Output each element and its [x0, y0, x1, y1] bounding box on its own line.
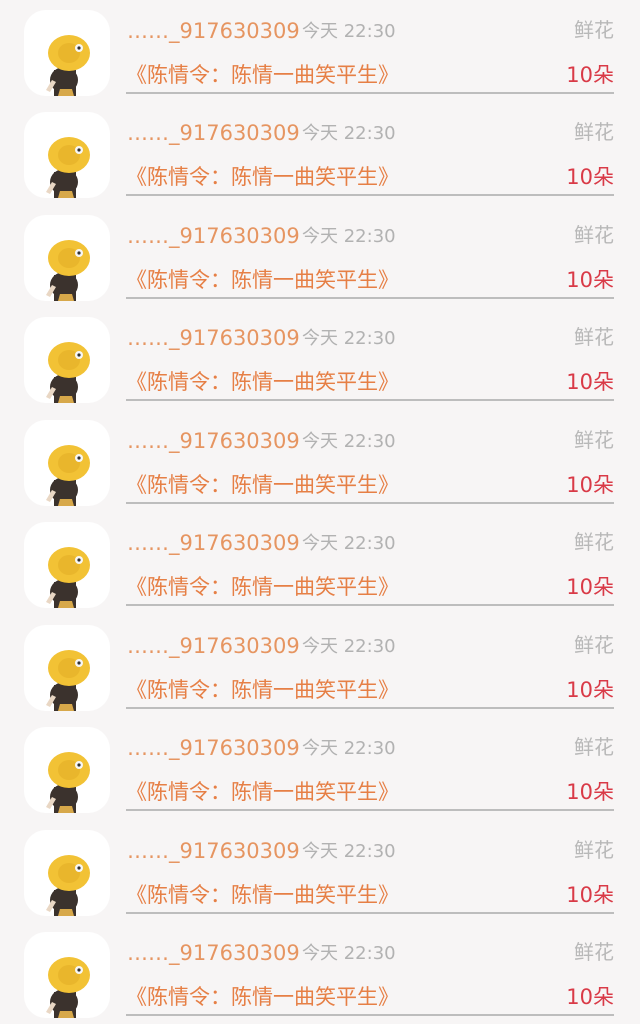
timestamp: 今天 22:30 — [302, 431, 396, 452]
timestamp: 今天 22:30 — [302, 123, 396, 144]
avatar[interactable] — [24, 522, 110, 608]
work-title-link[interactable]: 《陈情令：陈情一曲笑平生》 — [126, 266, 399, 294]
username[interactable]: ……_917630309 — [127, 325, 300, 351]
gift-amount: 10朵 — [566, 575, 614, 599]
gift-amount: 10朵 — [566, 63, 614, 87]
username[interactable]: ……_917630309 — [127, 530, 300, 556]
gift-type-label: 鲜花 — [574, 325, 614, 349]
gift-type-label: 鲜花 — [574, 735, 614, 759]
gift-amount: 10朵 — [566, 780, 614, 804]
row-divider — [126, 912, 614, 914]
gift-amount: 10朵 — [566, 678, 614, 702]
timestamp: 今天 22:30 — [302, 636, 396, 657]
username[interactable]: ……_917630309 — [127, 223, 300, 249]
list-item[interactable]: ……_917630309 今天 22:30 鲜花 《陈情令：陈情一曲笑平生》 1… — [0, 410, 640, 512]
timestamp: 今天 22:30 — [302, 533, 396, 554]
gift-amount: 10朵 — [566, 985, 614, 1009]
gift-type-label: 鲜花 — [574, 838, 614, 862]
username[interactable]: ……_917630309 — [127, 838, 300, 864]
work-title-link[interactable]: 《陈情令：陈情一曲笑平生》 — [126, 61, 399, 89]
row-divider — [126, 1014, 614, 1016]
list-item[interactable]: ……_917630309 今天 22:30 鲜花 《陈情令：陈情一曲笑平生》 1… — [0, 717, 640, 819]
timestamp: 今天 22:30 — [302, 943, 396, 964]
row-divider — [126, 92, 614, 94]
work-title-link[interactable]: 《陈情令：陈情一曲笑平生》 — [126, 471, 399, 499]
row-divider — [126, 399, 614, 401]
gift-type-label: 鲜花 — [574, 223, 614, 247]
timestamp: 今天 22:30 — [302, 21, 396, 42]
gift-amount: 10朵 — [566, 473, 614, 497]
row-divider — [126, 297, 614, 299]
username[interactable]: ……_917630309 — [127, 120, 300, 146]
row-divider — [126, 707, 614, 709]
work-title-link[interactable]: 《陈情令：陈情一曲笑平生》 — [126, 163, 399, 191]
gift-type-label: 鲜花 — [574, 633, 614, 657]
gift-type-label: 鲜花 — [574, 940, 614, 964]
row-divider — [126, 604, 614, 606]
avatar[interactable] — [24, 420, 110, 506]
username[interactable]: ……_917630309 — [127, 18, 300, 44]
gift-amount: 10朵 — [566, 370, 614, 394]
gift-type-label: 鲜花 — [574, 120, 614, 144]
avatar[interactable] — [24, 317, 110, 403]
girl-yellow-hat-avatar-icon — [46, 342, 90, 403]
gift-type-label: 鲜花 — [574, 530, 614, 554]
avatar[interactable] — [24, 112, 110, 198]
list-item[interactable]: ……_917630309 今天 22:30 鲜花 《陈情令：陈情一曲笑平生》 1… — [0, 205, 640, 307]
username[interactable]: ……_917630309 — [127, 428, 300, 454]
work-title-link[interactable]: 《陈情令：陈情一曲笑平生》 — [126, 881, 399, 909]
gift-type-label: 鲜花 — [574, 18, 614, 42]
work-title-link[interactable]: 《陈情令：陈情一曲笑平生》 — [126, 676, 399, 704]
row-divider — [126, 194, 614, 196]
avatar[interactable] — [24, 10, 110, 96]
work-title-link[interactable]: 《陈情令：陈情一曲笑平生》 — [126, 368, 399, 396]
timestamp: 今天 22:30 — [302, 328, 396, 349]
girl-yellow-hat-avatar-icon — [46, 547, 90, 608]
girl-yellow-hat-avatar-icon — [46, 752, 90, 813]
timestamp: 今天 22:30 — [302, 738, 396, 759]
list-item[interactable]: ……_917630309 今天 22:30 鲜花 《陈情令：陈情一曲笑平生》 1… — [0, 922, 640, 1024]
girl-yellow-hat-avatar-icon — [46, 855, 90, 916]
girl-yellow-hat-avatar-icon — [46, 240, 90, 301]
girl-yellow-hat-avatar-icon — [46, 35, 90, 96]
gift-amount: 10朵 — [566, 268, 614, 292]
username[interactable]: ……_917630309 — [127, 940, 300, 966]
list-item[interactable]: ……_917630309 今天 22:30 鲜花 《陈情令：陈情一曲笑平生》 1… — [0, 0, 640, 102]
work-title-link[interactable]: 《陈情令：陈情一曲笑平生》 — [126, 983, 399, 1011]
avatar[interactable] — [24, 727, 110, 813]
gift-type-label: 鲜花 — [574, 428, 614, 452]
list-item[interactable]: ……_917630309 今天 22:30 鲜花 《陈情令：陈情一曲笑平生》 1… — [0, 820, 640, 922]
girl-yellow-hat-avatar-icon — [46, 445, 90, 506]
avatar[interactable] — [24, 932, 110, 1018]
list-item[interactable]: ……_917630309 今天 22:30 鲜花 《陈情令：陈情一曲笑平生》 1… — [0, 307, 640, 409]
row-divider — [126, 502, 614, 504]
girl-yellow-hat-avatar-icon — [46, 137, 90, 198]
avatar[interactable] — [24, 625, 110, 711]
gift-amount: 10朵 — [566, 883, 614, 907]
girl-yellow-hat-avatar-icon — [46, 650, 90, 711]
gift-record-list: ……_917630309 今天 22:30 鲜花 《陈情令：陈情一曲笑平生》 1… — [0, 0, 640, 1019]
list-item[interactable]: ……_917630309 今天 22:30 鲜花 《陈情令：陈情一曲笑平生》 1… — [0, 512, 640, 614]
avatar[interactable] — [24, 830, 110, 916]
gift-amount: 10朵 — [566, 165, 614, 189]
work-title-link[interactable]: 《陈情令：陈情一曲笑平生》 — [126, 778, 399, 806]
work-title-link[interactable]: 《陈情令：陈情一曲笑平生》 — [126, 573, 399, 601]
username[interactable]: ……_917630309 — [127, 735, 300, 761]
timestamp: 今天 22:30 — [302, 226, 396, 247]
list-item[interactable]: ……_917630309 今天 22:30 鲜花 《陈情令：陈情一曲笑平生》 1… — [0, 102, 640, 204]
timestamp: 今天 22:30 — [302, 841, 396, 862]
girl-yellow-hat-avatar-icon — [46, 957, 90, 1018]
list-item[interactable]: ……_917630309 今天 22:30 鲜花 《陈情令：陈情一曲笑平生》 1… — [0, 615, 640, 717]
avatar[interactable] — [24, 215, 110, 301]
username[interactable]: ……_917630309 — [127, 633, 300, 659]
row-divider — [126, 809, 614, 811]
